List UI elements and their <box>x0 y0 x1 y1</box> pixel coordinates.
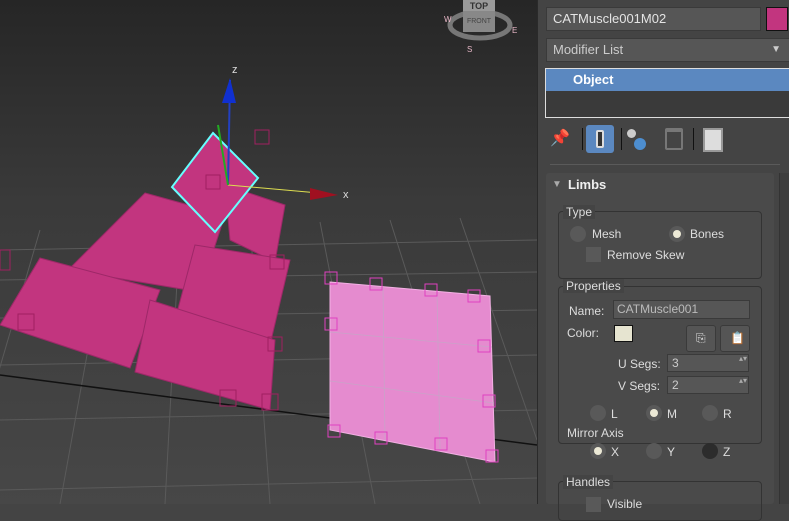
rollout-title[interactable]: Limbs <box>568 177 606 192</box>
mirror-x-label: X <box>611 445 620 459</box>
configure-modifier-sets-icon[interactable] <box>703 128 723 152</box>
mirror-z-radio[interactable] <box>702 443 718 459</box>
copy-button[interactable]: ⎘ <box>686 325 716 352</box>
v-segs-label: V Segs: <box>618 379 661 393</box>
side-m-label: M <box>667 407 677 421</box>
command-panel: CATMuscle001M02 Modifier List ▼ Object 📌 … <box>537 0 789 521</box>
object-color-swatch[interactable] <box>766 7 788 31</box>
handles-label: Handles <box>563 475 614 489</box>
mirror-z-label: Z <box>723 445 731 459</box>
mesh-radio[interactable] <box>570 226 586 242</box>
type-label: Type <box>563 205 596 219</box>
show-end-result-button[interactable] <box>586 125 614 153</box>
paste-button[interactable]: 📋 <box>720 325 750 352</box>
pin-stack-icon[interactable]: 📌 <box>550 128 570 148</box>
color-swatch[interactable] <box>614 325 633 342</box>
paste-icon: 📋 <box>730 331 745 345</box>
axis-z-label: z <box>232 64 238 76</box>
mirror-patch[interactable] <box>329 281 496 463</box>
mirror-x-radio[interactable] <box>590 443 606 459</box>
chevron-down-icon: ▼ <box>771 44 781 55</box>
side-r-label: R <box>723 407 732 421</box>
v-segs-spinner[interactable]: 2 <box>667 376 749 394</box>
properties-label: Properties <box>563 279 624 293</box>
side-r-radio[interactable] <box>702 405 718 421</box>
axis-x-label: x <box>343 189 349 201</box>
copy-icon: ⎘ <box>696 331 706 345</box>
viewport[interactable]: z x TOP FRONT W E S <box>0 0 537 504</box>
mirror-axis-label: Mirror Axis <box>567 426 624 440</box>
viewcube-top[interactable]: TOP <box>470 1 488 11</box>
bones-radio[interactable] <box>669 226 685 242</box>
mirror-y-label: Y <box>667 445 676 459</box>
muscle-patches <box>0 184 291 411</box>
name-label: Name: <box>569 304 605 318</box>
object-name-input[interactable]: CATMuscle001M02 <box>546 7 761 31</box>
modifier-list-label: Modifier List <box>553 42 624 57</box>
bones-label: Bones <box>690 227 725 241</box>
viewcube-west[interactable]: W <box>444 15 452 24</box>
visible-label: Visible <box>607 497 643 511</box>
limbs-rollout: ▼ Limbs Type Mesh Bones Remove Skew Prop… <box>546 173 774 521</box>
remove-skew-label: Remove Skew <box>607 248 685 262</box>
stack-item-object[interactable]: Object <box>546 69 789 91</box>
viewcube-east[interactable]: E <box>512 26 517 35</box>
visible-checkbox[interactable] <box>586 497 601 512</box>
viewcube-south[interactable]: S <box>467 45 472 54</box>
modifier-stack: Object <box>545 68 789 118</box>
side-l-radio[interactable] <box>590 405 606 421</box>
mesh-label: Mesh <box>592 227 622 241</box>
panel-scrollbar[interactable] <box>779 173 789 504</box>
viewcube-front[interactable]: FRONT <box>467 18 492 25</box>
viewcube[interactable]: TOP FRONT W E S <box>444 0 517 54</box>
side-l-label: L <box>611 407 618 421</box>
divider <box>550 164 780 165</box>
scene[interactable]: z x TOP FRONT W E S <box>0 0 537 504</box>
collapse-triangle-icon[interactable]: ▼ <box>552 179 562 190</box>
color-label: Color: <box>567 326 600 340</box>
side-m-radio[interactable] <box>646 405 662 421</box>
modifier-list-dropdown[interactable]: Modifier List ▼ <box>546 38 789 62</box>
u-segs-spinner[interactable]: 3 <box>667 354 749 372</box>
trash-icon[interactable] <box>665 128 683 150</box>
name-input[interactable]: CATMuscle001 <box>613 300 750 319</box>
type-group <box>558 211 762 279</box>
mirror-y-radio[interactable] <box>646 443 662 459</box>
remove-skew-checkbox[interactable] <box>586 247 601 262</box>
make-unique-icon[interactable] <box>625 127 655 153</box>
u-segs-label: U Segs: <box>618 357 661 371</box>
